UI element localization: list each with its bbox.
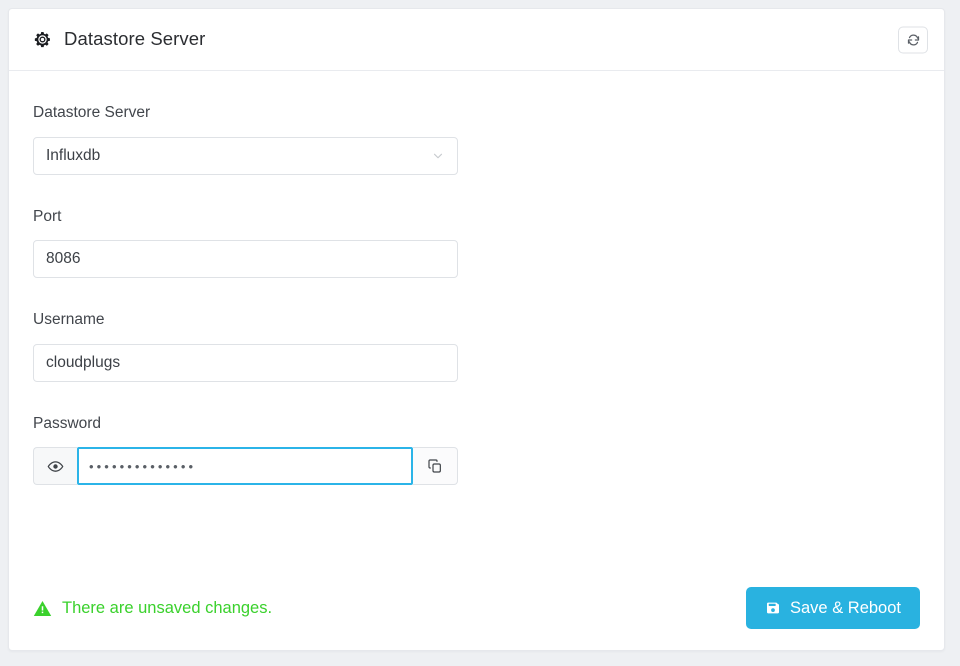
- card-header: Datastore Server: [9, 9, 944, 71]
- copy-icon: [428, 459, 441, 473]
- card-body: Datastore Server Influxdb Port Username: [9, 71, 944, 485]
- header-title-group: Datastore Server: [33, 30, 205, 49]
- copy-password-button[interactable]: [413, 447, 458, 485]
- datastore-server-value: Influxdb: [46, 146, 101, 164]
- username-label: Username: [33, 311, 105, 328]
- refresh-icon: [907, 34, 919, 45]
- chevron-down-icon: [433, 153, 443, 158]
- field-port: Port: [33, 207, 920, 278]
- save-and-reboot-label: Save & Reboot: [790, 598, 901, 617]
- page-title: Datastore Server: [64, 28, 206, 50]
- unsaved-changes-text: There are unsaved changes.: [62, 598, 273, 617]
- field-datastore-server: Datastore Server Influxdb: [33, 105, 920, 175]
- datastore-server-select[interactable]: Influxdb: [33, 136, 458, 175]
- port-label: Port: [33, 207, 62, 225]
- unsaved-changes-message: There are unsaved changes.: [33, 599, 272, 618]
- app-page: Datastore Server Datastore Server Influx…: [0, 0, 960, 666]
- port-input[interactable]: [33, 240, 458, 278]
- toggle-password-visibility-button[interactable]: [33, 447, 77, 485]
- warning-triangle-icon: [33, 600, 52, 616]
- save-and-reboot-button[interactable]: Save & Reboot: [746, 587, 920, 629]
- password-input[interactable]: ••••••••••••••: [77, 447, 413, 485]
- password-input-group: ••••••••••••••: [33, 447, 458, 485]
- datastore-server-card: Datastore Server Datastore Server Influx…: [8, 8, 945, 651]
- field-password: Password ••••••••••••••: [33, 414, 920, 485]
- card-footer: There are unsaved changes. Save & Reboot: [9, 566, 944, 650]
- eye-icon: [47, 460, 64, 472]
- refresh-button[interactable]: [898, 26, 928, 53]
- floppy-save-icon: [767, 602, 779, 614]
- field-username: Username: [33, 312, 920, 382]
- password-masked-value: ••••••••••••••: [89, 458, 197, 474]
- datastore-server-label: Datastore Server: [33, 104, 151, 121]
- gear-icon: [34, 32, 50, 48]
- username-input[interactable]: [33, 343, 458, 382]
- password-label: Password: [33, 414, 102, 432]
